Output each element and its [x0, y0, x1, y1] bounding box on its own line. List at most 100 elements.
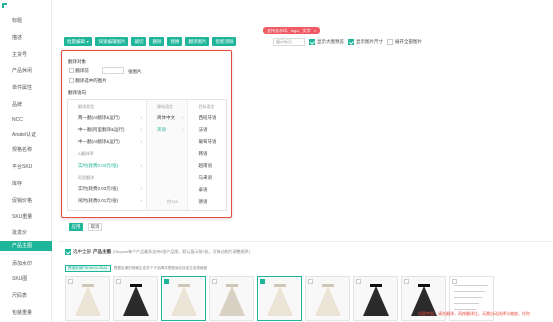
- radio-all-selected[interactable]: [69, 78, 74, 84]
- show-image-size-option[interactable]: 显示图片尺寸: [348, 39, 383, 45]
- info-tag[interactable]: 跨境电商PSDNIGLOBAL: [65, 264, 111, 272]
- thumbnail-checkbox[interactable]: [452, 279, 457, 284]
- target-language-option[interactable]: 马来语: [198, 175, 212, 181]
- translate-type-option[interactable]: 实时(耗费0.03元/张): [78, 186, 118, 192]
- target-language-option[interactable]: 葡萄牙语: [198, 139, 216, 145]
- source-language-option[interactable]: 英语: [157, 127, 166, 133]
- expand-all-images-option[interactable]: 展开全部图片: [387, 39, 422, 45]
- skirt-waist: [369, 284, 382, 287]
- skirt-image: [266, 286, 293, 316]
- sidebar-item[interactable]: 标题: [12, 17, 22, 24]
- first-n-option[interactable]: 翻译前: [69, 68, 89, 74]
- sidebar-item[interactable]: 尺码表: [12, 292, 27, 299]
- batch-edit-button[interactable]: 批量编辑▼: [64, 37, 93, 46]
- first-n-label: 翻译前: [75, 68, 89, 73]
- document-line: [454, 303, 479, 304]
- sidebar-item[interactable]: 批发价: [12, 229, 27, 236]
- product-thumbnail[interactable]: [65, 276, 110, 321]
- sidebar-item[interactable]: 促销价格: [12, 197, 32, 204]
- sidebar-item[interactable]: 添加水印: [12, 260, 32, 267]
- target-language-option[interactable]: 韩语: [198, 151, 207, 157]
- translate-image-button[interactable]: 翻译图片: [185, 37, 210, 46]
- skirt-waist: [273, 284, 286, 287]
- cancel-button[interactable]: 取消: [88, 223, 102, 231]
- first-n-input[interactable]: [102, 67, 124, 74]
- section-header: 选中全部 产品主图 (Shopee每个产品最多支持9张产品图，默认展示前9张，可…: [65, 249, 250, 255]
- show-image-size-label: 显示图片尺寸: [356, 39, 383, 44]
- translate-type-option[interactable]: 两一翻(AI翻译&运行): [78, 115, 120, 121]
- sidebar-item[interactable]: 描述: [12, 34, 22, 41]
- checkbox-expand-all-images[interactable]: [387, 39, 393, 45]
- skirt-image: [218, 286, 245, 316]
- thumbnail-checkbox[interactable]: [116, 279, 121, 284]
- translate-type-option[interactable]: 中一翻(阿里翻译&运行): [78, 127, 125, 133]
- translate-type-option[interactable]: 实时(耗费0.03元/张): [78, 163, 118, 169]
- cascader-col-type: 翻译类型 两一翻(AI翻译&运行) › 中一翻(阿里翻译&运行) › 中一翻(AI翻译&…: [68, 100, 147, 210]
- count-label: 约719: [167, 199, 178, 204]
- thumbnail-checkbox[interactable]: [356, 279, 361, 284]
- product-thumbnail[interactable]: [353, 276, 398, 321]
- product-thumbnail[interactable]: [161, 276, 206, 321]
- target-language-option[interactable]: 泰语: [198, 187, 207, 193]
- skirt-image: [362, 286, 389, 316]
- col2-header: 源站语言: [157, 104, 173, 109]
- translate-type-option[interactable]: 中一翻(AI翻译&运行): [78, 139, 120, 145]
- skirt-image: [170, 286, 197, 316]
- sidebar-item[interactable]: 产品休闲: [12, 67, 32, 74]
- mark-select[interactable]: 展示标记: [273, 38, 305, 46]
- smart-erase-button[interactable]: 智能消除: [212, 37, 237, 46]
- target-language-option[interactable]: 德语: [198, 199, 207, 205]
- sidebar-item[interactable]: SKU图: [12, 275, 27, 282]
- translate-type-option[interactable]: 闲时(耗费0.01元/张): [78, 198, 118, 204]
- sidebar-item[interactable]: 库存: [12, 180, 22, 187]
- sidebar-item[interactable]: 规格名称: [12, 146, 32, 153]
- info-text: 根据店铺的规格生成多个子品牌并根据商品信息生成规格图: [113, 265, 208, 270]
- sidebar-item[interactable]: 平台SKU: [12, 163, 32, 170]
- product-thumbnail[interactable]: [257, 276, 302, 321]
- delete-button[interactable]: 删除: [149, 37, 165, 46]
- crop-button[interactable]: 裁切: [131, 37, 147, 46]
- thumbnail-checkbox[interactable]: [260, 279, 265, 284]
- close-icon[interactable]: ×: [314, 28, 316, 33]
- document-line: [454, 285, 488, 286]
- sidebar-item[interactable]: 单件属性: [12, 84, 32, 91]
- sidebar-item[interactable]: SKU重量: [12, 213, 32, 220]
- tip-badge[interactable]: 支持去水印、logo、文字 ×: [263, 27, 320, 34]
- checkbox-show-image-size[interactable]: [348, 39, 354, 45]
- col1-header: 翻译类型: [78, 104, 94, 109]
- all-selected-option[interactable]: 翻译选中的图片: [69, 78, 107, 84]
- select-all-checkbox[interactable]: [65, 249, 71, 255]
- quick-edit-image-button[interactable]: 快速编辑图片: [95, 37, 129, 46]
- document-line: [454, 291, 485, 292]
- thumbnail-checkbox[interactable]: [68, 279, 73, 284]
- sidebar-item[interactable]: 产品主图: [0, 241, 52, 251]
- thumbnail-checkbox[interactable]: [308, 279, 313, 284]
- chevron-right-icon: ›: [140, 115, 143, 120]
- sidebar-item[interactable]: 品牌: [12, 101, 22, 108]
- source-language-option[interactable]: 简体中文: [157, 115, 175, 121]
- target-language-option[interactable]: 法语: [198, 127, 207, 133]
- chevron-right-icon: ›: [140, 127, 143, 132]
- thumbnail-checkbox[interactable]: [404, 279, 409, 284]
- top-strip: [52, 0, 553, 22]
- target-language-option[interactable]: 越南语: [198, 163, 212, 169]
- product-thumbnail[interactable]: [209, 276, 254, 321]
- replace-button[interactable]: 替换: [167, 37, 183, 46]
- thumbnail-checkbox[interactable]: [164, 279, 169, 284]
- translate-type-option: 阿里翻译: [78, 175, 94, 180]
- show-large-preview-option[interactable]: 显示大图预览: [309, 39, 344, 45]
- apply-button[interactable]: 应用: [69, 223, 83, 231]
- sidebar-item[interactable]: Anatel认证: [12, 131, 36, 138]
- product-thumbnail[interactable]: [305, 276, 350, 321]
- sidebar-item[interactable]: NCC: [12, 117, 23, 123]
- checkbox-show-large-preview[interactable]: [309, 39, 315, 45]
- section-title: 产品主图: [93, 249, 111, 254]
- product-thumbnail[interactable]: [113, 276, 158, 321]
- radio-first-n[interactable]: [69, 68, 74, 74]
- target-language-option[interactable]: 西班牙语: [198, 115, 216, 121]
- image-toolbar: 批量编辑▼ 快速编辑图片 裁切 删除 替换 翻译图片 智能消除: [64, 37, 237, 47]
- thumbnail-checkbox[interactable]: [212, 279, 217, 284]
- sidebar-item[interactable]: 包装重量: [12, 309, 32, 316]
- chevron-right-icon: ›: [140, 186, 143, 191]
- sidebar-item[interactable]: 主货号: [12, 51, 27, 58]
